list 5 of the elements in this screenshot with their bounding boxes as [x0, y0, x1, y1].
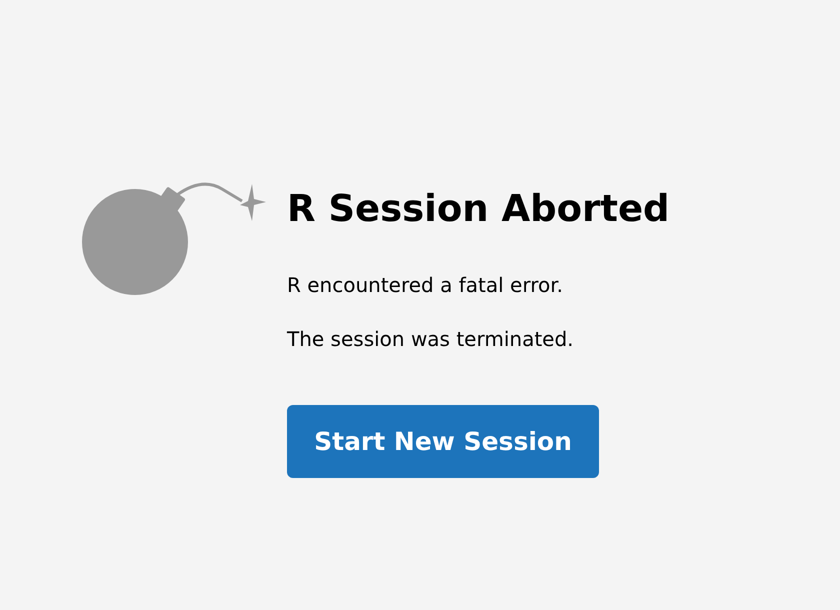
start-session-button[interactable]: Start New Session [287, 405, 599, 478]
message-text: R encountered a fatal error. [287, 273, 563, 297]
bomb-icon [82, 181, 267, 297]
dialog-title: R Session Aborted [287, 186, 670, 232]
message-text: The session was terminated. [287, 327, 574, 351]
